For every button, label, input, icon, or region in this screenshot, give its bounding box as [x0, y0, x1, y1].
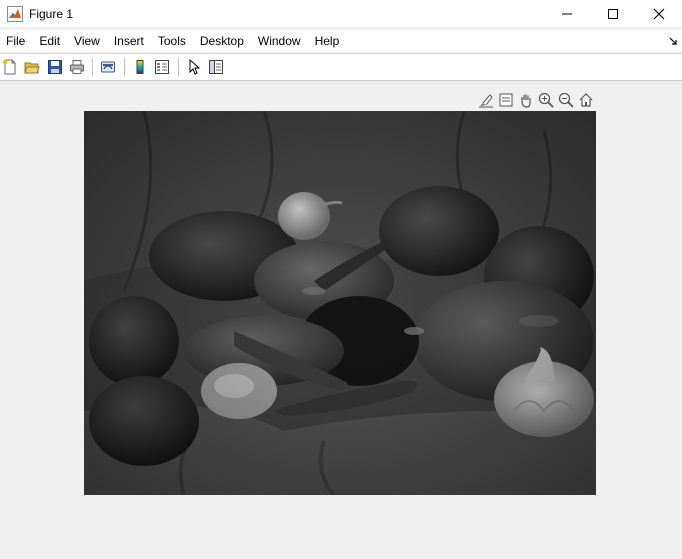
menu-window[interactable]: Window — [251, 30, 308, 52]
link-plot-icon — [101, 61, 115, 73]
menu-desktop[interactable]: Desktop — [193, 30, 251, 52]
peppers-image — [84, 111, 596, 495]
title-bar: Figure 1 — [0, 0, 682, 27]
zoom-out-button[interactable] — [556, 90, 576, 110]
data-tips-icon — [499, 93, 513, 107]
open-file-button[interactable] — [22, 57, 42, 77]
insert-legend-icon — [155, 60, 169, 74]
insert-colorbar-button[interactable] — [130, 57, 150, 77]
save-button[interactable] — [45, 57, 65, 77]
data-tips-button[interactable] — [496, 90, 516, 110]
matlab-logo-icon — [7, 5, 23, 22]
property-inspector-button[interactable] — [206, 57, 226, 77]
menu-edit[interactable]: Edit — [32, 30, 67, 52]
close-button[interactable] — [636, 0, 682, 27]
zoom-in-icon — [538, 92, 554, 108]
menu-view[interactable]: View — [67, 30, 107, 52]
toolbar-separator — [124, 58, 125, 76]
menu-help[interactable]: Help — [308, 30, 347, 52]
maximize-icon — [608, 8, 618, 19]
maximize-button[interactable] — [590, 0, 636, 27]
minimize-button[interactable] — [544, 0, 590, 27]
print-icon — [70, 60, 84, 74]
dock-arrow-icon[interactable] — [668, 35, 678, 45]
open-file-icon — [24, 62, 40, 74]
print-button[interactable] — [67, 57, 87, 77]
brush-button[interactable] — [476, 90, 496, 110]
menu-tools[interactable]: Tools — [151, 30, 193, 52]
menu-bar: File Edit View Insert Tools Desktop Wind… — [0, 30, 682, 52]
zoom-out-icon — [558, 92, 574, 108]
toolbar-separator — [178, 58, 179, 76]
menu-insert[interactable]: Insert — [107, 30, 151, 52]
property-inspector-icon — [209, 60, 223, 74]
axes-toolbar — [476, 90, 596, 110]
close-icon — [653, 8, 665, 19]
save-icon — [48, 60, 62, 74]
zoom-in-button[interactable] — [536, 90, 556, 110]
restore-view-button[interactable] — [576, 90, 596, 110]
new-figure-button[interactable] — [0, 57, 20, 77]
minimize-icon — [562, 13, 572, 14]
menu-file[interactable]: File — [0, 30, 32, 52]
edit-plot-icon — [189, 59, 201, 75]
pan-icon — [521, 94, 531, 108]
toolbar-separator — [92, 58, 93, 76]
peppers-photo-drawing — [84, 111, 596, 495]
figure-toolbar — [0, 54, 682, 81]
edit-plot-button[interactable] — [184, 57, 204, 77]
link-plot-button[interactable] — [98, 57, 118, 77]
insert-colorbar-icon — [136, 60, 144, 74]
window-title: Figure 1 — [29, 6, 74, 21]
brush-icon — [479, 94, 493, 108]
restore-view-icon — [579, 93, 593, 107]
pan-button[interactable] — [516, 90, 536, 110]
insert-legend-button[interactable] — [152, 57, 172, 77]
new-figure-icon — [2, 59, 16, 75]
